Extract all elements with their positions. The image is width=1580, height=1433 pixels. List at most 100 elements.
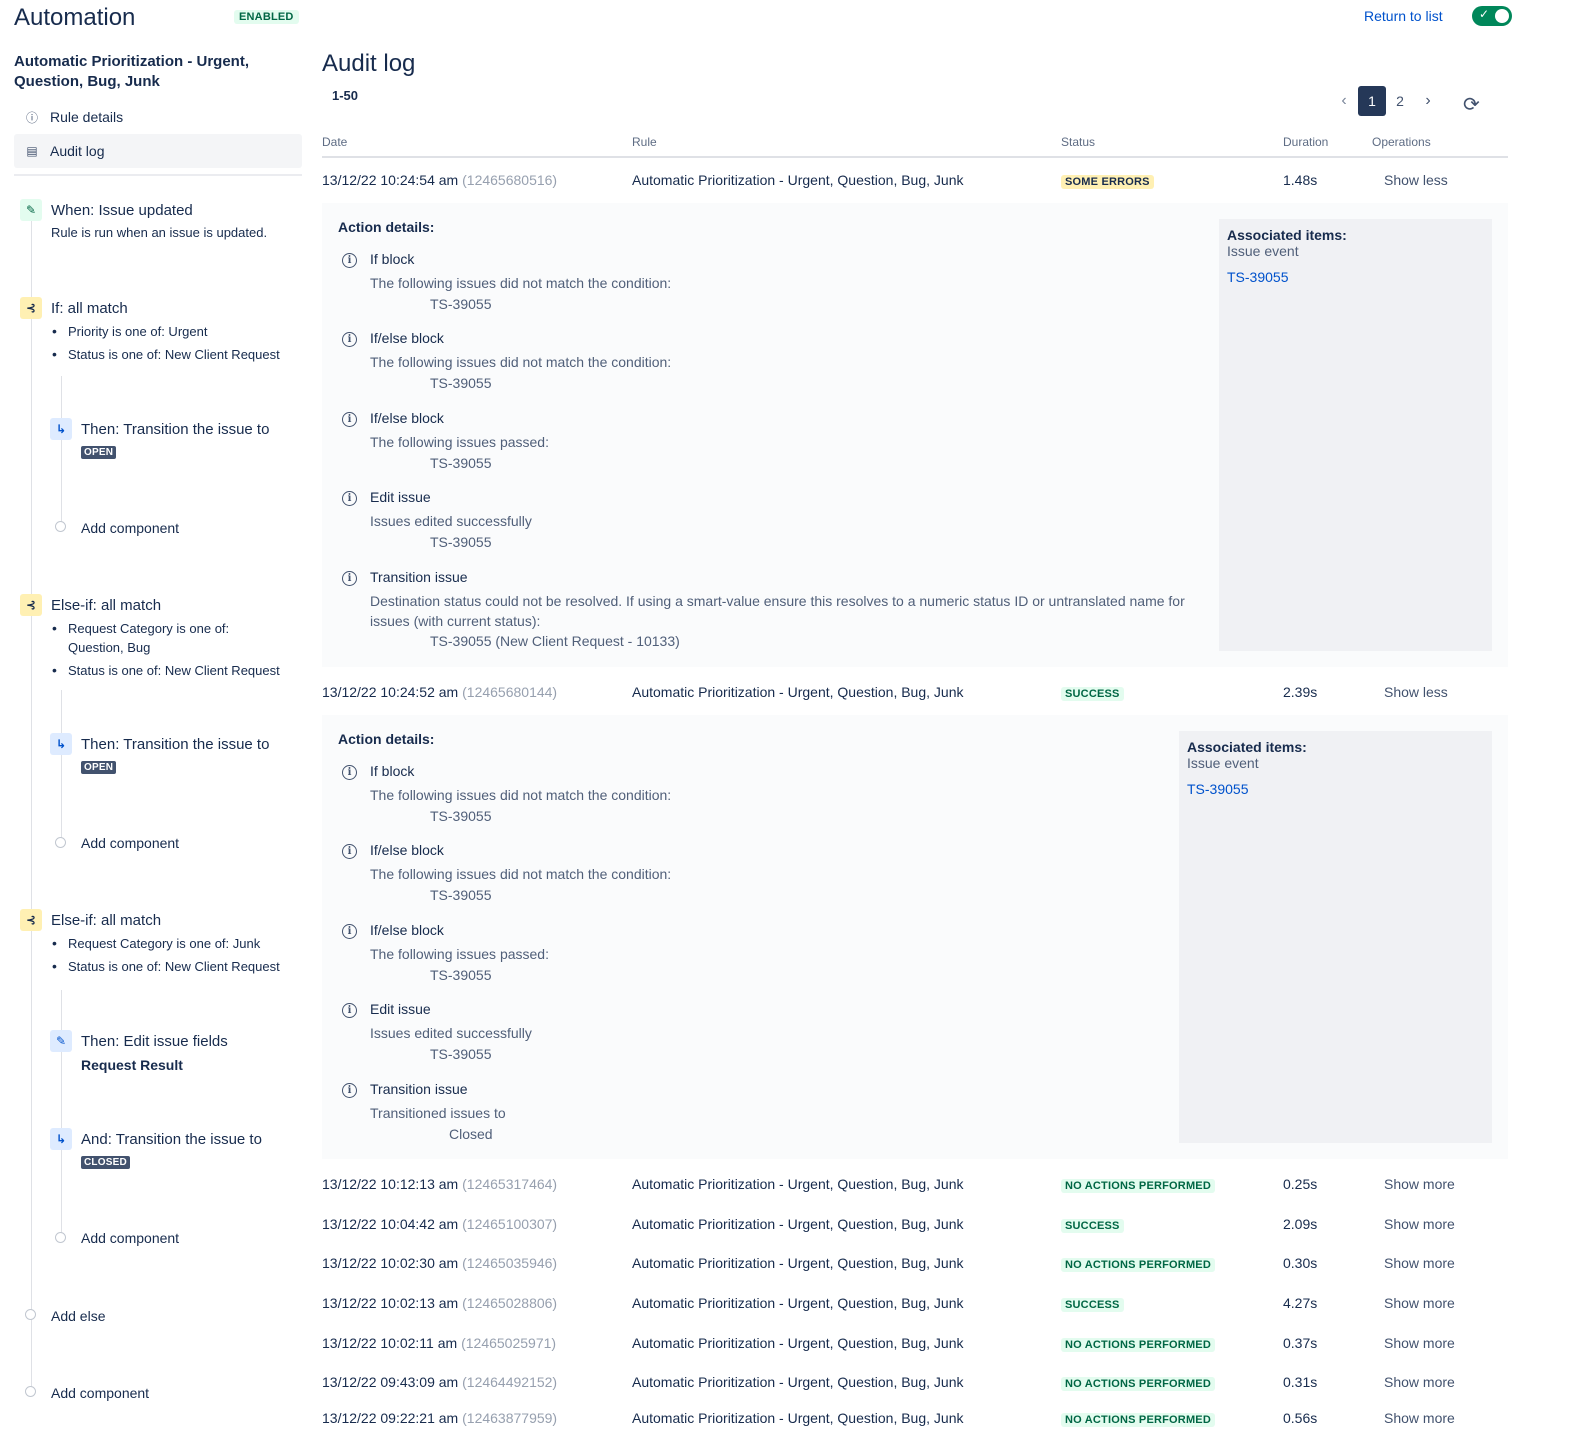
page-button[interactable]: 2 bbox=[1386, 86, 1414, 116]
add-component-button[interactable]: Add component bbox=[81, 520, 179, 536]
branch-icon: ⊰ bbox=[20, 297, 42, 319]
show-more-button[interactable]: Show more bbox=[1384, 1410, 1455, 1426]
row-date: 13/12/22 10:02:13 am bbox=[322, 1295, 459, 1311]
issue-link[interactable]: TS-39055 bbox=[1187, 781, 1248, 797]
table-row: 13/12/22 10:24:54 am (12465680516) Autom… bbox=[322, 168, 1508, 194]
action-desc: The following issues did not match the c… bbox=[370, 787, 672, 803]
toggle-knob bbox=[1495, 9, 1509, 23]
action-name: Transition issue bbox=[370, 1081, 468, 1097]
row-id: (12464492152) bbox=[462, 1374, 558, 1390]
column-header-date: Date bbox=[322, 135, 348, 149]
sidebar-item-label: Audit log bbox=[50, 143, 105, 159]
rule-flow: ✎ When: Issue updated Rule is run when a… bbox=[14, 190, 304, 1433]
row-date: 13/12/22 10:04:42 am bbox=[322, 1216, 459, 1232]
action-name: Edit issue bbox=[370, 489, 431, 505]
table-row: 13/12/22 10:02:13 am (12465028806) Autom… bbox=[322, 1291, 1508, 1317]
status-lozenge: OPEN bbox=[81, 761, 117, 774]
add-component-button[interactable]: Add component bbox=[81, 835, 179, 851]
add-else-button[interactable]: Add else bbox=[51, 1308, 105, 1324]
action-desc: The following issues did not match the c… bbox=[370, 354, 672, 370]
row-rule: Automatic Prioritization - Urgent, Quest… bbox=[632, 1374, 964, 1390]
add-dot bbox=[25, 1309, 36, 1320]
row-date: 13/12/22 09:43:09 am bbox=[322, 1374, 459, 1390]
row-id: (12463877959) bbox=[462, 1410, 558, 1426]
result-range: 1-50 bbox=[332, 88, 359, 103]
show-less-button[interactable]: Show less bbox=[1384, 684, 1448, 700]
sidebar-item-audit-log[interactable]: ▤ Audit log bbox=[14, 134, 302, 168]
show-more-button[interactable]: Show more bbox=[1384, 1295, 1455, 1311]
row-duration: 2.39s bbox=[1283, 684, 1318, 700]
show-less-button[interactable]: Show less bbox=[1384, 172, 1448, 188]
show-more-button[interactable]: Show more bbox=[1384, 1335, 1455, 1351]
status-badge: NO ACTIONS PERFORMED bbox=[1061, 1258, 1215, 1272]
refresh-icon[interactable]: ⟳ bbox=[1463, 92, 1480, 117]
condition-item: Status is one of: New Client Request bbox=[52, 957, 280, 976]
action-name: If block bbox=[370, 763, 415, 779]
transition-icon: ↳ bbox=[50, 1128, 72, 1150]
status-badge: SUCCESS bbox=[1061, 1219, 1124, 1233]
rule-name: Automatic Prioritization - Urgent, Quest… bbox=[14, 53, 250, 90]
info-icon: i bbox=[342, 253, 357, 268]
issue-key: TS-39055 bbox=[430, 296, 492, 312]
then-action-title[interactable]: Then: Edit issue fields bbox=[81, 1033, 228, 1050]
status-badge: NO ACTIONS PERFORMED bbox=[1061, 1413, 1215, 1427]
issue-key: TS-39055 bbox=[430, 375, 492, 391]
row-rule: Automatic Prioritization - Urgent, Quest… bbox=[632, 1295, 964, 1311]
issue-key: TS-39055 bbox=[430, 1046, 492, 1062]
status-lozenge: OPEN bbox=[81, 446, 117, 459]
row-rule: Automatic Prioritization - Urgent, Quest… bbox=[632, 172, 964, 188]
row-rule: Automatic Prioritization - Urgent, Quest… bbox=[632, 1216, 964, 1232]
action-desc: Transitioned issues to bbox=[370, 1105, 506, 1121]
then-action-title[interactable]: Then: Transition the issue to bbox=[81, 421, 269, 438]
info-icon: i bbox=[342, 412, 357, 427]
issue-key: TS-39055 bbox=[430, 455, 492, 471]
issue-key: TS-39055 bbox=[430, 534, 492, 550]
action-desc: Destination status could not be resolved… bbox=[370, 593, 1185, 629]
row-rule: Automatic Prioritization - Urgent, Quest… bbox=[632, 1410, 964, 1426]
and-action-title[interactable]: And: Transition the issue to bbox=[81, 1131, 262, 1148]
show-more-button[interactable]: Show more bbox=[1384, 1255, 1455, 1271]
show-more-button[interactable]: Show more bbox=[1384, 1374, 1455, 1390]
else-if-title[interactable]: Else-if: all match bbox=[51, 912, 161, 929]
action-name: If/else block bbox=[370, 410, 444, 426]
trigger-title[interactable]: When: Issue updated bbox=[51, 202, 193, 219]
rule-enabled-toggle[interactable]: ✓ bbox=[1472, 6, 1512, 26]
info-icon: i bbox=[342, 1083, 357, 1098]
row-duration: 4.27s bbox=[1283, 1295, 1318, 1311]
chevron-left-icon[interactable]: ‹ bbox=[1330, 86, 1358, 116]
action-name: Transition issue bbox=[370, 569, 468, 585]
associated-items-title: Associated items: bbox=[1187, 739, 1307, 755]
condition-item: Status is one of: New Client Request bbox=[52, 345, 280, 364]
chevron-right-icon[interactable]: › bbox=[1414, 86, 1442, 116]
then-action-title[interactable]: Then: Transition the issue to bbox=[81, 736, 269, 753]
action-name: If/else block bbox=[370, 330, 444, 346]
table-row: 13/12/22 09:43:09 am (12464492152) Autom… bbox=[322, 1370, 1508, 1396]
return-to-list-link[interactable]: Return to list bbox=[1364, 8, 1443, 24]
status-badge: NO ACTIONS PERFORMED bbox=[1061, 1179, 1215, 1193]
row-id: (12465025971) bbox=[461, 1335, 557, 1351]
add-component-button[interactable]: Add component bbox=[81, 1230, 179, 1246]
show-more-button[interactable]: Show more bbox=[1384, 1216, 1455, 1232]
action-desc: Issues edited successfully bbox=[370, 513, 532, 529]
action-desc: The following issues passed: bbox=[370, 434, 549, 450]
condition-item: Status is one of: New Client Request bbox=[52, 661, 280, 680]
row-id: (12465680144) bbox=[462, 684, 558, 700]
add-dot bbox=[55, 521, 66, 532]
add-dot bbox=[55, 1232, 66, 1243]
row-duration: 1.48s bbox=[1283, 172, 1318, 188]
row-rule: Automatic Prioritization - Urgent, Quest… bbox=[632, 1255, 964, 1271]
action-desc: The following issues did not match the c… bbox=[370, 275, 672, 291]
associated-items: Associated items: Issue event TS-39055 bbox=[1179, 731, 1492, 1143]
page-button[interactable]: 1 bbox=[1358, 86, 1386, 116]
row-duration: 0.56s bbox=[1283, 1410, 1318, 1426]
condition-item: Request Category is one of: Junk bbox=[52, 934, 260, 953]
show-more-button[interactable]: Show more bbox=[1384, 1176, 1455, 1192]
sidebar-item-rule-details[interactable]: ⓘ Rule details bbox=[14, 100, 302, 134]
status-badge: NO ACTIONS PERFORMED bbox=[1061, 1338, 1215, 1352]
issue-link[interactable]: TS-39055 bbox=[1227, 269, 1288, 285]
row-duration: 0.25s bbox=[1283, 1176, 1318, 1192]
add-component-button[interactable]: Add component bbox=[51, 1385, 149, 1401]
row-duration: 0.30s bbox=[1283, 1255, 1318, 1271]
if-condition-title[interactable]: If: all match bbox=[51, 300, 128, 317]
else-if-title[interactable]: Else-if: all match bbox=[51, 597, 161, 614]
